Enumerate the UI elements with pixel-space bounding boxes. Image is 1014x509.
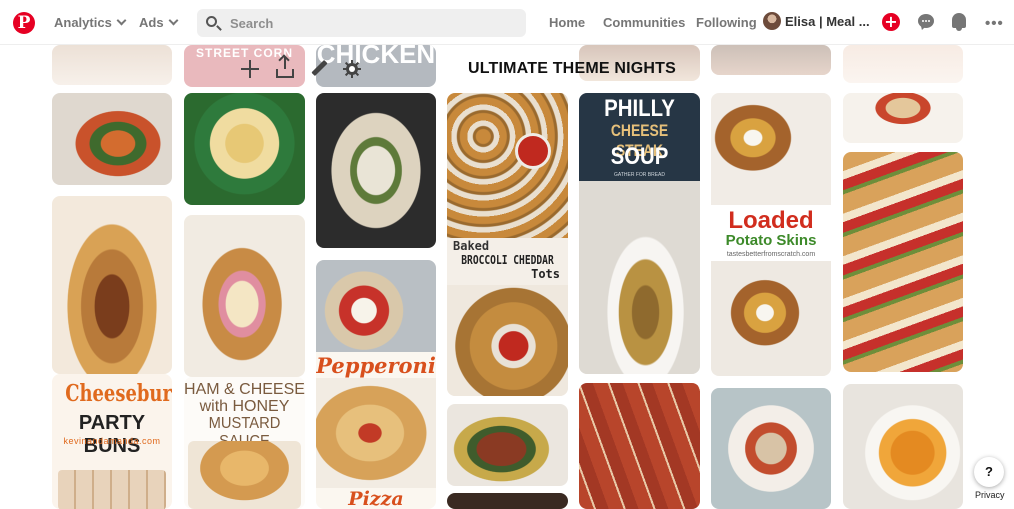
ketchup-bowl: [515, 133, 551, 169]
nav-home-link[interactable]: Home: [549, 15, 585, 30]
pin-image: [58, 470, 166, 509]
profile-name: Elisa | Meal ...: [785, 13, 870, 29]
pin-subtitle: Tots: [531, 267, 560, 281]
pin-tile-salmon[interactable]: [447, 404, 568, 486]
top-navigation-bar: P Analytics Ads Home Communities Followi…: [0, 0, 1014, 45]
board-settings-icon[interactable]: [343, 60, 361, 78]
pin-image: [447, 93, 568, 238]
pin-title: Cheeseburger: [65, 380, 172, 407]
profile-button[interactable]: Elisa | Meal ...: [763, 12, 870, 34]
pin-title: CHICKEN: [316, 45, 436, 69]
pin-tile-partial[interactable]: [843, 45, 963, 83]
pin-tile-potato-skins[interactable]: Loaded Potato Skins tastesbetterfromscra…: [711, 93, 831, 376]
pin-image: [447, 285, 568, 396]
add-plus-icon[interactable]: [241, 60, 259, 78]
pin-tile-cheeseburger-buns[interactable]: Cheeseburger PARTY BUNS kevinandamanda.c…: [52, 374, 172, 509]
pin-image: [316, 260, 436, 352]
pin-tile-philly-soup[interactable]: PHILLY CHEESE STEAK SOUP GATHER FOR BREA…: [579, 93, 700, 374]
pin-tile-pepperoni-bombs[interactable]: Pepperoni Pizza bombs: [316, 260, 436, 509]
pin-tile-partial[interactable]: [711, 45, 831, 75]
pin-title: Baked: [453, 239, 490, 253]
pin-tile-chicken-soup[interactable]: CHICKEN: [316, 45, 436, 87]
pin-title: HAM & CHEESE: [184, 381, 305, 398]
pin-source: kevinandamanda.com: [63, 436, 161, 446]
pin-tile-partial[interactable]: [447, 493, 568, 509]
create-pin-button[interactable]: +: [882, 13, 900, 31]
pin-tile-ham-cheese-photo[interactable]: [184, 215, 305, 377]
pin-tile-veggie-soup[interactable]: [52, 93, 172, 185]
avatar: [763, 12, 781, 30]
pin-tile-pasta-soup[interactable]: [843, 93, 963, 143]
pin-subtitle: Pizza bombs: [348, 488, 404, 509]
messages-icon[interactable]: [918, 14, 934, 28]
pin-image: [579, 181, 700, 374]
edit-pencil-icon[interactable]: [310, 60, 328, 78]
pin-subtitle: PARTY BUNS: [78, 412, 146, 457]
ads-label: Ads: [139, 15, 164, 30]
board-title: ULTIMATE THEME NIGHTS: [467, 60, 677, 77]
pin-subtitle: Potato Skins: [725, 232, 817, 249]
pin-title: Loaded: [728, 207, 814, 234]
chevron-down-icon: [116, 15, 127, 26]
pin-image: [711, 93, 831, 205]
pin-image: [188, 441, 301, 509]
pin-subtitle: SOUP: [610, 143, 669, 170]
pin-image: [711, 261, 831, 376]
pin-source: tastesbetterfromscratch.com: [726, 251, 816, 258]
pin-title: Pepperoni: [316, 353, 436, 378]
pin-tile-street-corn-soup[interactable]: [184, 93, 305, 205]
pin-tile-pumpkin-soup[interactable]: [843, 384, 963, 509]
notifications-bell-icon[interactable]: [952, 13, 966, 31]
analytics-dropdown[interactable]: Analytics: [54, 15, 127, 30]
pin-tile-broccoli-tots[interactable]: Baked BROCCOLI CHEDDAR Tots: [447, 93, 568, 396]
search-bar[interactable]: [197, 9, 526, 37]
search-icon: [206, 16, 217, 27]
more-options-icon[interactable]: •••: [985, 15, 1004, 32]
pin-tile-ham-cheese[interactable]: HAM & CHEESE with HONEY MUSTARD SAUCE: [184, 377, 305, 509]
chevron-down-icon: [168, 15, 179, 26]
pin-title: PHILLY: [604, 95, 675, 122]
pin-tile-bacon-bites[interactable]: [579, 383, 700, 509]
privacy-link[interactable]: Privacy: [975, 490, 1005, 500]
nav-following-link[interactable]: Following: [696, 15, 757, 30]
analytics-label: Analytics: [54, 15, 112, 30]
pin-subtitle: BROCCOLI CHEDDAR: [461, 253, 554, 267]
pin-image: [316, 378, 436, 488]
pin-tile-panini[interactable]: [843, 152, 963, 372]
pin-tile-partial[interactable]: [52, 45, 172, 85]
nav-communities-link[interactable]: Communities: [603, 15, 685, 30]
share-icon[interactable]: [276, 57, 294, 78]
help-button[interactable]: ?: [974, 457, 1004, 487]
pin-tile-dip[interactable]: [711, 388, 831, 509]
pin-subtitle: with HONEY: [199, 398, 290, 415]
search-input[interactable]: [230, 15, 510, 31]
pinterest-logo-icon[interactable]: P: [13, 12, 35, 34]
ads-dropdown[interactable]: Ads: [139, 15, 179, 30]
pin-source: GATHER FOR BREAD: [613, 172, 666, 178]
pin-tile-cheeseburger-photo[interactable]: [52, 196, 172, 374]
pin-tile-chicken-soup-photo[interactable]: [316, 93, 436, 248]
